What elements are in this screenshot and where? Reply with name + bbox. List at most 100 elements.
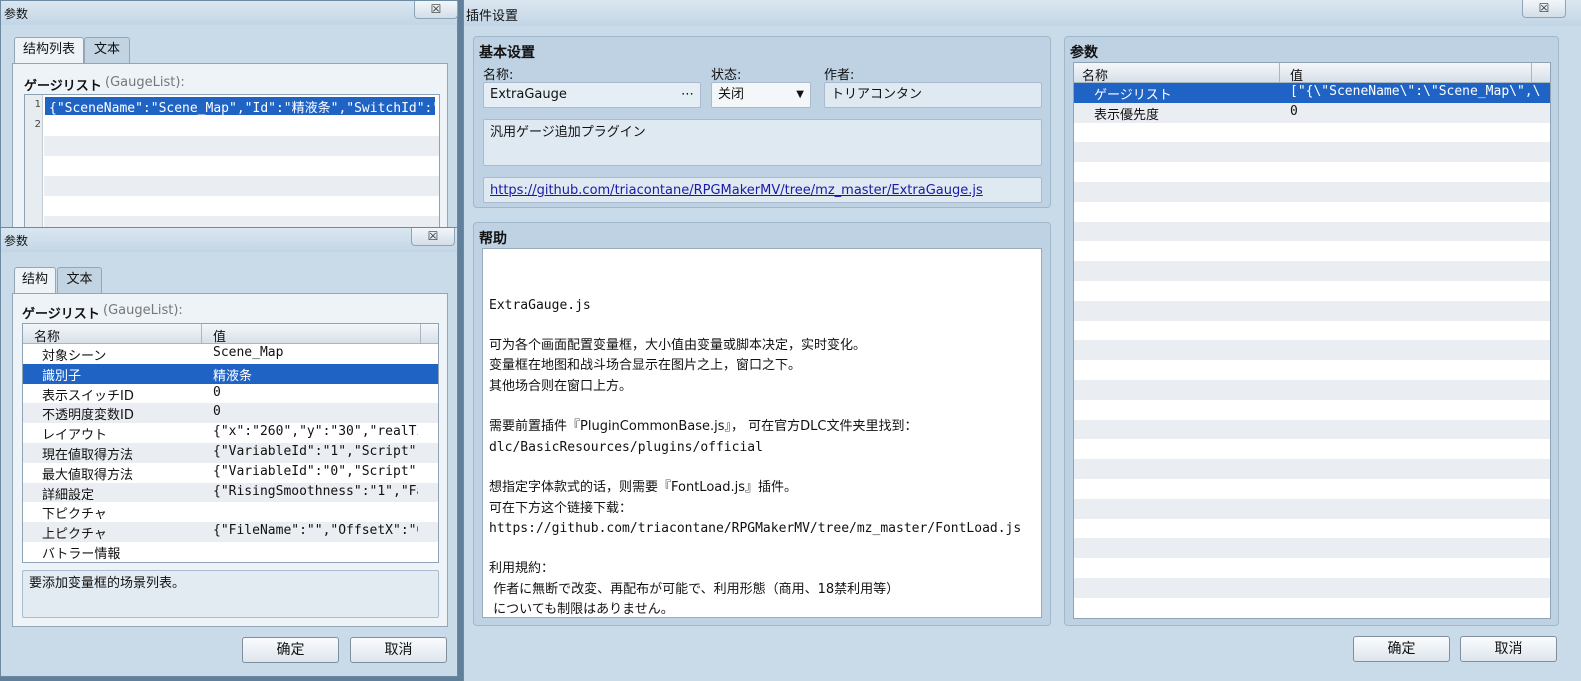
row-name: バトラー情報 bbox=[42, 546, 121, 562]
table-row[interactable]: 下ピクチャ bbox=[23, 502, 438, 522]
empty-row bbox=[1074, 538, 1550, 559]
field-hint: (GaugeList): bbox=[105, 75, 185, 90]
author-label: 作者: bbox=[824, 68, 855, 83]
tab-struct-list[interactable]: 结构列表 bbox=[14, 37, 84, 63]
tab-text[interactable]: 文本 bbox=[84, 37, 130, 63]
close-icon[interactable]: ☒ bbox=[411, 228, 455, 246]
url-field[interactable]: https://github.com/triacontane/RPGMakerM… bbox=[483, 177, 1042, 203]
table-row[interactable]: 上ピクチャ {"FileName":"","OffsetX":"0⋯ bbox=[23, 522, 438, 542]
row-value: 精液条 bbox=[213, 368, 253, 384]
table-row[interactable]: レイアウト {"x":"260","y":"30","realTi⋯ bbox=[23, 423, 438, 443]
tab-struct[interactable]: 结构 bbox=[14, 267, 56, 293]
empty-line bbox=[44, 176, 439, 196]
empty-row bbox=[1074, 518, 1550, 539]
basic-settings-heading: 基本设置 bbox=[479, 45, 535, 61]
table-row[interactable]: ゲージリスト ["{\"SceneName\":\"Scene_Map\",\⋯ bbox=[1074, 83, 1550, 103]
table-row[interactable]: バトラー情報 bbox=[23, 541, 438, 562]
table-row[interactable]: 最大値取得方法 {"VariableId":"0","Script":⋯ bbox=[23, 462, 438, 483]
ok-button[interactable]: 确定 bbox=[242, 637, 339, 663]
row-name: ゲージリスト bbox=[1094, 88, 1172, 103]
empty-row bbox=[1074, 201, 1550, 222]
table-row[interactable]: 表示優先度 0 bbox=[1074, 102, 1550, 123]
help-line bbox=[489, 397, 1035, 417]
field-label: ゲージリスト bbox=[24, 79, 102, 94]
help-line: 作者に無断で改変、再配布が可能で、利用形態（商用、18禁利用等） bbox=[489, 581, 900, 597]
dialog-titlebar: 参数 ☒ bbox=[1, 228, 457, 252]
row-name: 詳細設定 bbox=[42, 487, 95, 503]
help-line bbox=[489, 458, 1035, 478]
status-select[interactable]: 关闭 ▼ bbox=[711, 82, 811, 108]
cancel-button[interactable]: 取消 bbox=[350, 637, 447, 663]
empty-row bbox=[1074, 439, 1550, 460]
table-row[interactable]: 対象シーン Scene_Map bbox=[23, 344, 438, 364]
table-row[interactable]: 詳細設定 {"RisingSmoothness":"1","Fa⋯ bbox=[23, 482, 438, 503]
empty-row bbox=[1074, 280, 1550, 301]
close-icon[interactable]: ☒ bbox=[1522, 0, 1566, 18]
empty-row bbox=[1074, 300, 1550, 321]
row-name: 表示スイッチID bbox=[42, 388, 134, 404]
author-field[interactable]: トリアコンタン bbox=[824, 82, 1042, 108]
empty-row bbox=[1074, 360, 1550, 380]
close-icon[interactable]: ☒ bbox=[414, 1, 458, 19]
help-line bbox=[489, 539, 1035, 559]
dialog-titlebar: 参数 ☒ bbox=[1, 1, 458, 25]
column-value-header[interactable]: 值 bbox=[213, 326, 226, 345]
empty-row bbox=[1074, 142, 1550, 163]
row-name: 上ピクチャ bbox=[42, 527, 107, 543]
row-value: {"VariableId":"1","Script":⋯ bbox=[213, 443, 418, 459]
row-value: 0 bbox=[213, 384, 221, 400]
status-value: 关闭 bbox=[718, 87, 745, 102]
help-line: 需要前置插件『PluginCommonBase.js』， 可在官方DLC文件夹里… bbox=[489, 419, 918, 435]
row-value: ["{\"SceneName\":\"Scene_Map\",\⋯ bbox=[1290, 84, 1540, 99]
table-row[interactable]: 表示スイッチID 0 bbox=[23, 383, 438, 404]
help-line: 变量框在地图和战斗场合显示在图片之上，窗口之下。 bbox=[489, 358, 802, 374]
plugin-name-field[interactable]: ExtraGauge ⋯ bbox=[483, 82, 701, 108]
help-heading: 帮助 bbox=[479, 231, 507, 247]
help-line: ExtraGauge.js bbox=[489, 297, 591, 313]
cancel-button[interactable]: 取消 bbox=[1460, 636, 1557, 662]
description-value: 汎用ゲージ追加プラグイン bbox=[490, 125, 646, 140]
row-value: Scene_Map bbox=[213, 345, 284, 360]
empty-row bbox=[1074, 320, 1550, 341]
code-line[interactable]: 2 bbox=[25, 116, 439, 136]
tab-text[interactable]: 文本 bbox=[57, 267, 102, 293]
empty-row bbox=[1074, 162, 1550, 182]
grid-header: 名称 值 bbox=[23, 324, 438, 345]
browse-button[interactable]: ⋯ bbox=[681, 83, 694, 107]
grid-header: 名称 值 bbox=[1074, 63, 1550, 84]
dialog-title: 参数 bbox=[4, 234, 29, 248]
plugin-url-link[interactable]: https://github.com/triacontane/RPGMakerM… bbox=[490, 183, 983, 198]
parameter-description-text: 要添加变量框的场景列表。 bbox=[29, 576, 186, 591]
table-row[interactable]: 識別子 精液条 bbox=[23, 363, 438, 384]
empty-row bbox=[1074, 577, 1550, 598]
empty-row bbox=[1074, 261, 1550, 281]
column-name-header[interactable]: 名称 bbox=[34, 326, 60, 345]
plugin-settings-window: 插件设置 ☒ 基本设置 名称: ExtraGauge ⋯ 状态: 关闭 ▼ 作者… bbox=[463, 0, 1581, 681]
empty-row bbox=[1074, 241, 1550, 262]
table-row[interactable]: 現在値取得方法 {"VariableId":"1","Script":⋯ bbox=[23, 442, 438, 463]
help-line: 其他场合则在窗口上方。 bbox=[489, 378, 633, 394]
column-value-header[interactable]: 值 bbox=[1290, 65, 1303, 84]
struct-list-panel: ゲージリスト (GaugeList): 1 {"SceneName":"Scene… bbox=[12, 63, 448, 242]
code-list[interactable]: 1 {"SceneName":"Scene_Map","Id":"精液条","Sw… bbox=[24, 94, 440, 242]
empty-row bbox=[1074, 558, 1550, 578]
parameter-struct-dialog: 参数 ☒ 结构 文本 ゲージリスト (GaugeList): 名称 值 対象シー… bbox=[0, 227, 458, 677]
code-line[interactable]: 1 {"SceneName":"Scene_Map","Id":"精液条","Sw… bbox=[25, 96, 439, 116]
help-line: 可在下方这个链接下载： bbox=[489, 500, 633, 516]
parameters-rows: ゲージリスト ["{\"SceneName\":\"Scene_Map\",\⋯ 表… bbox=[1074, 83, 1550, 618]
empty-row bbox=[1074, 478, 1550, 499]
description-field[interactable]: 汎用ゲージ追加プラグイン bbox=[483, 119, 1042, 166]
row-name: 最大値取得方法 bbox=[42, 467, 134, 483]
row-value: {"RisingSmoothness":"1","Fa⋯ bbox=[213, 483, 418, 499]
help-text-area[interactable]: ExtraGauge.js 可为各个画面配置变量框，大小值由变量或脚本决定，实时变… bbox=[482, 248, 1042, 618]
column-name-header[interactable]: 名称 bbox=[1082, 65, 1108, 84]
table-row[interactable]: 不透明度変数ID 0 bbox=[23, 403, 438, 423]
row-name: 現在値取得方法 bbox=[42, 447, 134, 463]
empty-row bbox=[1074, 221, 1550, 242]
row-value: {"FileName":"","OffsetX":"0⋯ bbox=[213, 523, 418, 539]
ok-button[interactable]: 确定 bbox=[1353, 636, 1450, 662]
row-value: 0 bbox=[213, 404, 221, 420]
row-name: 識別子 bbox=[42, 368, 82, 384]
name-label: 名称: bbox=[483, 68, 514, 83]
empty-row bbox=[1074, 419, 1550, 440]
